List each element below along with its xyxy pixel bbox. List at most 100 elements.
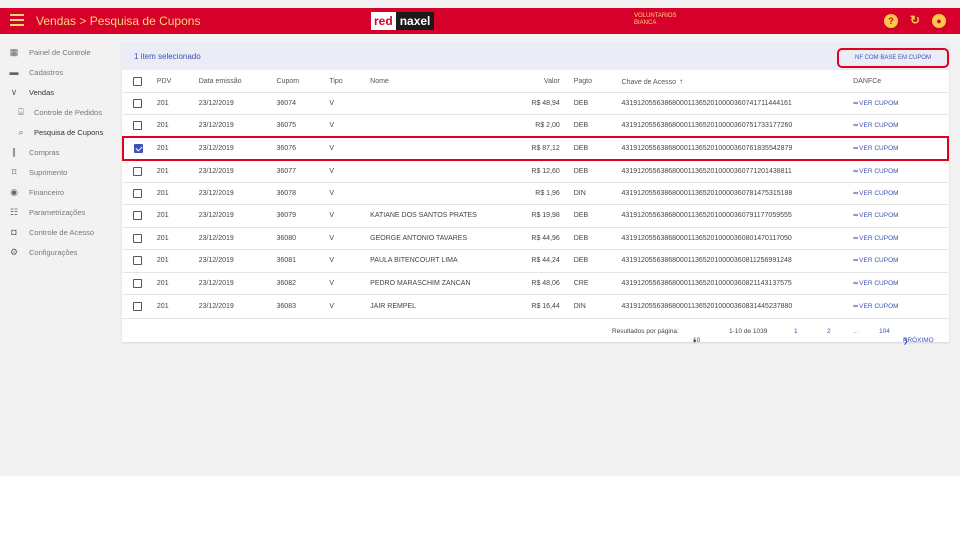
- cell-data: 23/12/2019: [198, 114, 277, 137]
- cell-chave: 4319120556386800011365201000036078147531…: [621, 181, 854, 205]
- sidebar-item-parametrizacoes[interactable]: ☷ Parametrizações: [0, 202, 118, 222]
- link-icon: ∞: [853, 234, 859, 242]
- page-2-link[interactable]: 2: [827, 328, 831, 335]
- refresh-icon[interactable]: ↻: [908, 14, 922, 28]
- row-checkbox[interactable]: [133, 98, 142, 108]
- sidebar-item-vendas[interactable]: ∨ Vendas: [0, 82, 118, 102]
- per-page-label: Resultados por página:: [612, 328, 679, 335]
- cell-data: 23/12/2019: [198, 294, 277, 317]
- selection-count: 1 item selecionado: [134, 52, 201, 61]
- cell-valor: R$ 19,98: [519, 204, 560, 227]
- header-select-all[interactable]: [123, 72, 157, 92]
- account-icon[interactable]: ●: [932, 14, 946, 28]
- cell-chave: 4319120556386800011365201000036079117705…: [621, 204, 854, 227]
- table-row[interactable]: 201 23/12/2019 36083 V JAIR REMPEL R$ 16…: [123, 294, 948, 317]
- coin-icon: ◉: [10, 187, 18, 197]
- coupons-table: PDV Data emissão Cupom Tipo Nome Valor P…: [122, 72, 949, 317]
- sidebar-item-configuracoes[interactable]: ⚙ Configurações: [0, 242, 118, 262]
- ver-cupom-link[interactable]: ∞VER CUPOM: [853, 168, 898, 175]
- table-row[interactable]: 201 23/12/2019 36075 V R$ 2,00 DEB 43191…: [123, 114, 948, 137]
- ver-cupom-link[interactable]: ∞VER CUPOM: [853, 100, 898, 107]
- cell-pagto: DEB: [573, 91, 622, 115]
- zoom-icon: ⌕: [18, 127, 24, 137]
- cell-pdv: 201: [156, 271, 199, 295]
- row-checkbox[interactable]: [133, 166, 142, 176]
- link-icon: ∞: [853, 122, 859, 129]
- sidebar-item-painel[interactable]: ▦ Painel de Controle: [0, 42, 118, 62]
- sidebar-item-compras[interactable]: ∥ Compras: [0, 142, 118, 162]
- cell-pagto: CRE: [573, 271, 622, 295]
- user-name: BIANCA: [634, 20, 657, 26]
- header-tipo[interactable]: Tipo: [329, 72, 370, 92]
- header-pagto[interactable]: Pagto: [574, 72, 622, 92]
- cell-pdv: 201: [156, 114, 199, 137]
- row-checkbox[interactable]: [133, 256, 142, 266]
- table-row-selected[interactable]: 201 23/12/2019 36076 V R$ 87,12 DEB 4319…: [122, 136, 949, 161]
- header-cupom[interactable]: Cupom: [277, 72, 330, 92]
- ver-cupom-label: VER CUPOM: [859, 257, 899, 265]
- header-data[interactable]: Data emissão: [199, 72, 277, 92]
- row-checkbox[interactable]: [133, 301, 142, 311]
- ver-cupom-link[interactable]: ∞VER CUPOM: [853, 303, 898, 310]
- sidebar-item-financeiro[interactable]: ◉ Financeiro: [0, 182, 118, 202]
- table-row[interactable]: 201 23/12/2019 36078 V R$ 1,96 DIN 43191…: [123, 181, 948, 205]
- cell-nome: PEDRO MARASCHIM ZANCAN: [370, 271, 520, 295]
- ver-cupom-link[interactable]: ∞VER CUPOM: [853, 280, 898, 287]
- header-nome[interactable]: Nome: [370, 72, 520, 92]
- top-actions: ? ↻ ●: [884, 14, 946, 28]
- help-icon[interactable]: ?: [884, 14, 898, 28]
- table-row[interactable]: 201 23/12/2019 36077 V R$ 12,60 DEB 4319…: [123, 159, 948, 182]
- header-chave[interactable]: Chave de Acesso ↑: [622, 72, 854, 92]
- page-last-link[interactable]: 104: [879, 328, 890, 335]
- ver-cupom-link[interactable]: ∞VER CUPOM: [853, 257, 898, 264]
- header-pdv[interactable]: PDV: [157, 72, 199, 92]
- nf-from-coupon-button[interactable]: NF COM BASE EM CUPOM: [837, 48, 949, 68]
- sidebar-item-suprimento[interactable]: ⌑ Suprimento: [0, 162, 118, 182]
- sidebar-item-controle-pedidos[interactable]: ⌸ Controle de Pedidos: [0, 102, 118, 122]
- table-row[interactable]: 201 23/12/2019 36081 V PAULA BITENCOURT …: [123, 249, 948, 272]
- cell-cupom: 36083: [276, 294, 330, 317]
- cell-tipo: V: [329, 114, 371, 137]
- link-icon: ∞: [853, 144, 859, 152]
- sidebar-item-pesquisa-cupons[interactable]: ⌕ Pesquisa de Cupons: [0, 122, 118, 142]
- select-all-checkbox[interactable]: [133, 77, 142, 87]
- row-checkbox-checked[interactable]: [134, 143, 143, 153]
- sidebar-item-label: Cadastros: [29, 67, 64, 77]
- table-row[interactable]: 201 23/12/2019 36080 V GEORGE ANTONIO TA…: [123, 226, 948, 250]
- ver-cupom-link[interactable]: ∞VER CUPOM: [853, 122, 898, 129]
- user-company: VOLUNTARIOS: [634, 13, 677, 19]
- top-bar: Vendas > Pesquisa de Cupons red naxel VO…: [0, 8, 960, 34]
- ver-cupom-link[interactable]: ∞VER CUPOM: [853, 235, 898, 242]
- ver-cupom-link[interactable]: ∞VER CUPOM: [853, 212, 898, 219]
- table-row[interactable]: 201 23/12/2019 36074 V R$ 48,94 DEB 4319…: [123, 91, 948, 115]
- cell-pagto: DEB: [573, 249, 622, 272]
- cell-tipo: V: [329, 226, 371, 250]
- cell-valor: R$ 16,44: [519, 294, 560, 317]
- ver-cupom-link[interactable]: ∞VER CUPOM: [853, 145, 898, 152]
- header-valor[interactable]: Valor: [520, 72, 560, 92]
- page-ellipsis: ...: [853, 328, 859, 335]
- row-checkbox[interactable]: [133, 233, 142, 243]
- table-row[interactable]: 201 23/12/2019 36079 V KATIANE DOS SANTO…: [123, 204, 948, 227]
- row-checkbox[interactable]: [133, 278, 142, 288]
- sidebar-item-controle-acesso[interactable]: ◘ Controle de Acesso: [0, 222, 118, 242]
- cell-pagto: DEB: [573, 226, 622, 250]
- cell-chave: 4319120556386800011365201000036083144523…: [621, 294, 854, 317]
- row-checkbox[interactable]: [133, 121, 142, 130]
- cell-cupom: 36078: [276, 181, 330, 205]
- menu-icon[interactable]: [10, 14, 24, 28]
- row-checkbox[interactable]: [133, 211, 142, 221]
- cell-cupom: 36077: [276, 159, 330, 182]
- sort-arrow-up-icon[interactable]: ↑: [679, 77, 683, 86]
- header-danfe: DANFCe: [853, 78, 882, 86]
- row-checkbox[interactable]: [133, 188, 142, 198]
- table-row[interactable]: 201 23/12/2019 36082 V PEDRO MARASCHIM Z…: [123, 271, 948, 295]
- cell-cupom: 36079: [276, 204, 330, 227]
- page-1-link[interactable]: 1: [794, 328, 798, 335]
- cell-nome: [370, 159, 520, 182]
- ver-cupom-link[interactable]: ∞VER CUPOM: [853, 190, 898, 197]
- cell-nome: GEORGE ANTONIO TAVARES: [370, 226, 520, 250]
- sidebar-item-cadastros[interactable]: ▬ Cadastros: [0, 62, 118, 82]
- sidebar-item-label: Painel de Controle: [29, 47, 91, 57]
- cell-pagto: DEB: [573, 136, 622, 161]
